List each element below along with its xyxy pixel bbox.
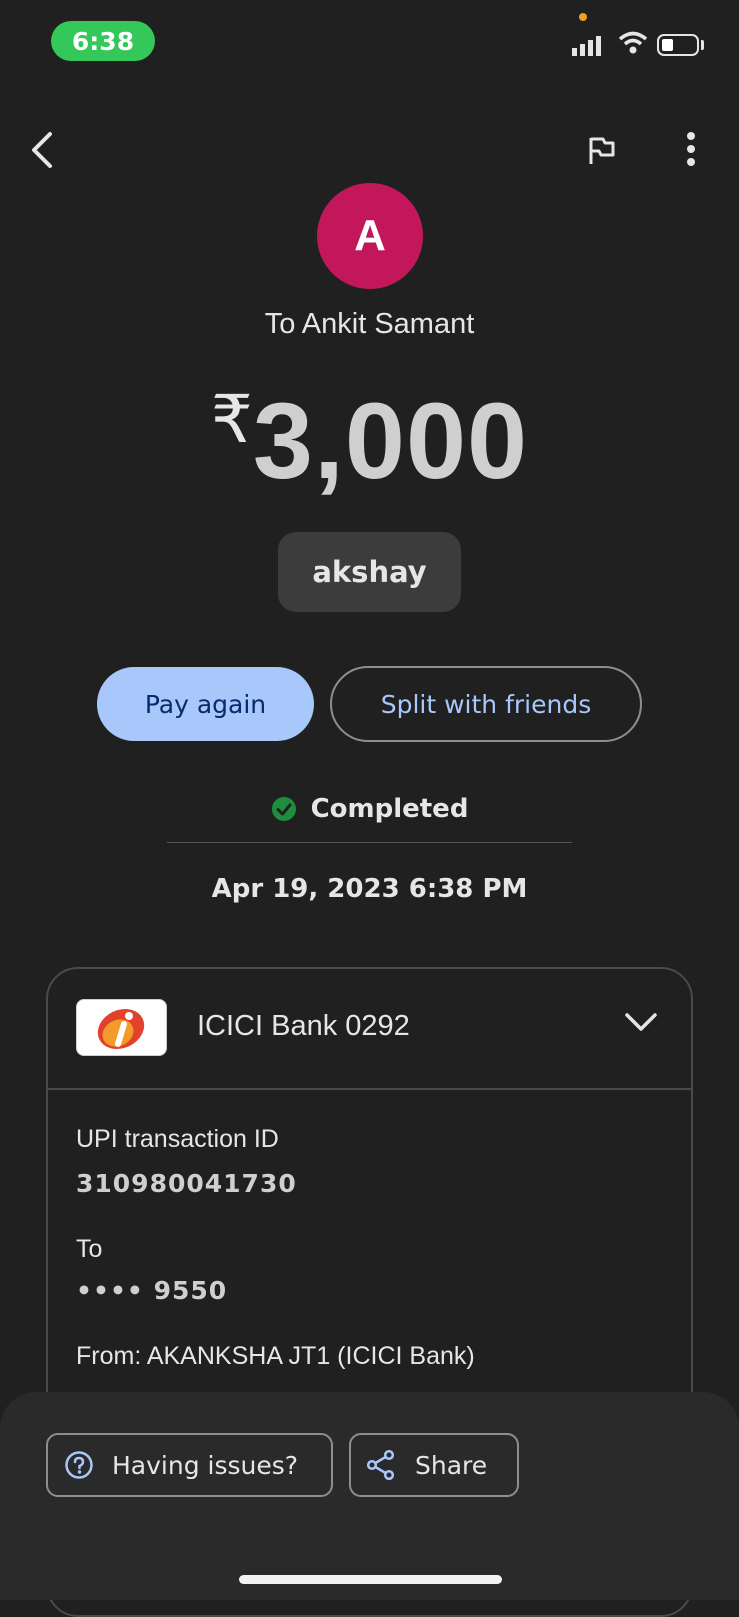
upi-id-value: 310980041730 [76, 1169, 297, 1198]
upi-id-label: UPI transaction ID [76, 1125, 279, 1153]
status-text: Completed [310, 794, 469, 824]
privacy-indicator [579, 13, 587, 21]
having-issues-label: Having issues? [112, 1450, 299, 1480]
split-with-friends-button[interactable]: Split with friends [330, 666, 642, 742]
battery-tip [701, 40, 704, 50]
check-circle-icon [271, 797, 296, 821]
share-button[interactable]: Share [349, 1433, 519, 1497]
to-label: To [76, 1235, 103, 1263]
back-arrow-icon[interactable] [26, 130, 56, 170]
bank-account-name: ICICI Bank 0292 [197, 1010, 410, 1042]
divider [167, 842, 572, 843]
recipient-name: To Ankit Samant [264, 308, 475, 340]
pay-again-button[interactable]: Pay again [97, 667, 314, 741]
amount-value: 3,000 [252, 380, 529, 501]
having-issues-button[interactable]: Having issues? [46, 1433, 333, 1497]
recipient-avatar: A [317, 183, 423, 289]
report-flag-icon[interactable] [588, 136, 616, 166]
card-divider [47, 1088, 692, 1090]
status-time: 6:38 [51, 21, 155, 61]
transaction-status: Completed [0, 794, 739, 824]
battery-icon [657, 34, 699, 56]
signal-icon [572, 36, 601, 56]
home-indicator[interactable] [239, 1575, 502, 1584]
wifi-icon [618, 31, 648, 54]
more-options-icon[interactable] [686, 132, 696, 166]
transaction-datetime: Apr 19, 2023 6:38 PM [211, 874, 528, 904]
share-label: Share [415, 1450, 488, 1480]
share-icon [367, 1450, 395, 1480]
currency-symbol: ₹ [210, 382, 253, 456]
help-icon [65, 1451, 93, 1479]
from-account: From: AKANKSHA JT1 (ICICI Bank) [76, 1342, 475, 1370]
bank-logo [76, 999, 167, 1056]
chevron-down-icon[interactable] [624, 1011, 658, 1033]
icici-logo-icon [97, 1009, 145, 1049]
to-account-value: •••• 9550 [76, 1276, 228, 1305]
payment-note: akshay [278, 532, 461, 612]
payment-amount: ₹3,000 [0, 378, 739, 503]
